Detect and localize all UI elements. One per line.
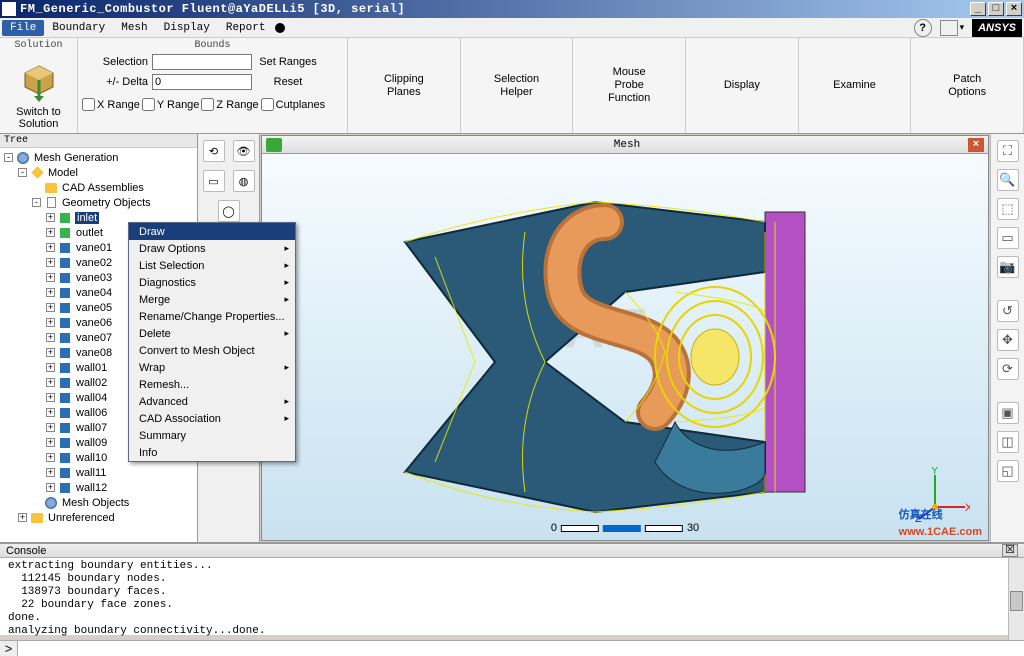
ctx-advanced[interactable]: Advanced▸ xyxy=(129,393,295,410)
examine-button[interactable]: Examine xyxy=(799,38,912,133)
fit-icon[interactable]: ⛶ xyxy=(997,140,1019,162)
y-range-check[interactable] xyxy=(142,98,155,111)
ctx-info[interactable]: Info xyxy=(129,444,295,461)
console-input[interactable] xyxy=(18,641,1024,656)
roll-icon[interactable]: ⟳ xyxy=(997,358,1019,380)
iso-icon[interactable]: ▣ xyxy=(997,402,1019,424)
console-title: Console xyxy=(6,545,46,557)
close-button[interactable]: × xyxy=(1006,2,1022,16)
ribbon-group-bounds: Bounds Selection Set Ranges +/- Delta Re… xyxy=(78,38,348,133)
tree-node-model[interactable]: -Model xyxy=(0,165,197,180)
zoom-in-icon[interactable]: 🔍 xyxy=(997,169,1019,191)
mesh-tab[interactable]: Mesh xyxy=(286,139,968,151)
help-icon[interactable]: ? xyxy=(914,19,932,37)
context-menu: DrawDraw Options▸List Selection▸Diagnost… xyxy=(128,222,296,462)
console-prompt: > xyxy=(0,641,18,656)
app-icon xyxy=(2,2,16,16)
x-range-check[interactable] xyxy=(82,98,95,111)
console-scrollbar[interactable] xyxy=(1008,558,1024,640)
tree-node-wall12[interactable]: +wall12 xyxy=(0,480,197,495)
scale-bar: 0 30 xyxy=(551,522,699,534)
ansys-logo: ANSYS xyxy=(972,19,1022,37)
menu-report[interactable]: Report xyxy=(218,20,274,36)
menu-boundary[interactable]: Boundary xyxy=(44,20,113,36)
selection-label: Selection xyxy=(82,56,152,68)
brand-watermark: 仿真在线 www.1CAE.com xyxy=(899,505,982,538)
selection-input[interactable] xyxy=(152,54,252,70)
ctx-cad-association[interactable]: CAD Association▸ xyxy=(129,410,295,427)
ctx-delete[interactable]: Delete▸ xyxy=(129,325,295,342)
ctx-convert-to-mesh-object[interactable]: Convert to Mesh Object xyxy=(129,342,295,359)
model-render xyxy=(345,162,905,532)
3d-canvas[interactable]: 1CAE xyxy=(262,154,988,540)
cube-icon[interactable]: ▭ xyxy=(203,170,225,192)
window-title: FM_Generic_Combustor Fluent@aYaDELLi5 [3… xyxy=(20,2,968,16)
console-output: extracting boundary entities... 112145 b… xyxy=(0,558,1008,640)
menubar: File Boundary Mesh Display Report ? ▾ AN… xyxy=(0,18,1024,38)
mesh-tab-icon xyxy=(266,138,282,152)
ctx-diagnostics[interactable]: Diagnostics▸ xyxy=(129,274,295,291)
console-close-icon[interactable]: ☒ xyxy=(1002,544,1018,557)
ribbon: Solution Switch to Solution Bounds Selec… xyxy=(0,38,1024,134)
tree-node-mesh-generation[interactable]: -Mesh Generation xyxy=(0,150,197,165)
right-toolbar: ⛶ 🔍 ⬚ ▭ 📷 ↺ ✥ ⟳ ▣ ◫ ◱ xyxy=(990,134,1024,542)
ctx-remesh-[interactable]: Remesh... xyxy=(129,376,295,393)
menu-file[interactable]: File xyxy=(2,20,44,36)
ctx-draw[interactable]: Draw xyxy=(129,223,295,240)
ctx-merge[interactable]: Merge▸ xyxy=(129,291,295,308)
svg-text:Y: Y xyxy=(931,467,939,477)
select-icon[interactable]: ▭ xyxy=(997,227,1019,249)
menu-dropdown-icon[interactable] xyxy=(275,23,285,33)
camera-icon[interactable]: 📷 xyxy=(997,256,1019,278)
sphere-icon[interactable]: ◯ xyxy=(218,200,240,222)
tree-node-mesh-objects[interactable]: Mesh Objects xyxy=(0,495,197,510)
rotate-icon[interactable]: ↺ xyxy=(997,300,1019,322)
ctx-draw-options[interactable]: Draw Options▸ xyxy=(129,240,295,257)
mouse-probe-button[interactable]: Mouse Probe Function xyxy=(573,38,686,133)
selection-helper-button[interactable]: Selection Helper xyxy=(461,38,574,133)
tree-header: Tree xyxy=(0,134,197,148)
orbit-icon[interactable]: ⟲ xyxy=(203,140,225,162)
ctx-rename-change-properties-[interactable]: Rename/Change Properties... xyxy=(129,308,295,325)
delta-input[interactable] xyxy=(152,74,252,90)
switch-to-solution-button[interactable] xyxy=(11,56,67,107)
set-ranges-button[interactable]: Set Ranges xyxy=(252,56,324,68)
persp-icon[interactable]: ◱ xyxy=(997,460,1019,482)
ortho-icon[interactable]: ◫ xyxy=(997,431,1019,453)
tree-node-wall11[interactable]: +wall11 xyxy=(0,465,197,480)
tree-node-cad-assemblies[interactable]: CAD Assemblies xyxy=(0,180,197,195)
console-panel: Console ☒ extracting boundary entities..… xyxy=(0,542,1024,635)
reset-button[interactable]: Reset xyxy=(252,76,324,88)
ctx-wrap[interactable]: Wrap▸ xyxy=(129,359,295,376)
ctx-list-selection[interactable]: List Selection▸ xyxy=(129,257,295,274)
tree-node-unreferenced[interactable]: +Unreferenced xyxy=(0,510,197,525)
maximize-button[interactable]: □ xyxy=(988,2,1004,16)
pan-icon[interactable]: ✥ xyxy=(997,329,1019,351)
tree-node-geometry-objects[interactable]: -Geometry Objects xyxy=(0,195,197,210)
zoom-box-icon[interactable]: ⬚ xyxy=(997,198,1019,220)
ribbon-group-solution: Solution Switch to Solution xyxy=(0,38,78,133)
z-range-check[interactable] xyxy=(201,98,214,111)
menu-display[interactable]: Display xyxy=(156,20,218,36)
patch-options-button[interactable]: Patch Options xyxy=(911,38,1024,133)
minimize-button[interactable]: _ xyxy=(970,2,986,16)
eye-icon[interactable]: 👁 xyxy=(233,140,255,162)
menu-mesh[interactable]: Mesh xyxy=(113,20,155,36)
cutplanes-check[interactable] xyxy=(261,98,274,111)
ctx-summary[interactable]: Summary xyxy=(129,427,295,444)
layout-icon[interactable] xyxy=(940,20,958,36)
titlebar: FM_Generic_Combustor Fluent@aYaDELLi5 [3… xyxy=(0,0,1024,18)
cylinder-icon[interactable]: ◍ xyxy=(233,170,255,192)
delta-label: +/- Delta xyxy=(82,76,152,88)
viewport: Mesh × 1CAE xyxy=(261,135,989,541)
display-button[interactable]: Display xyxy=(686,38,799,133)
view-tabbar: Mesh × xyxy=(262,136,988,154)
switch-label: Switch to Solution xyxy=(16,107,61,131)
clipping-planes-button[interactable]: Clipping Planes xyxy=(348,38,461,133)
tab-close-icon[interactable]: × xyxy=(968,138,984,152)
